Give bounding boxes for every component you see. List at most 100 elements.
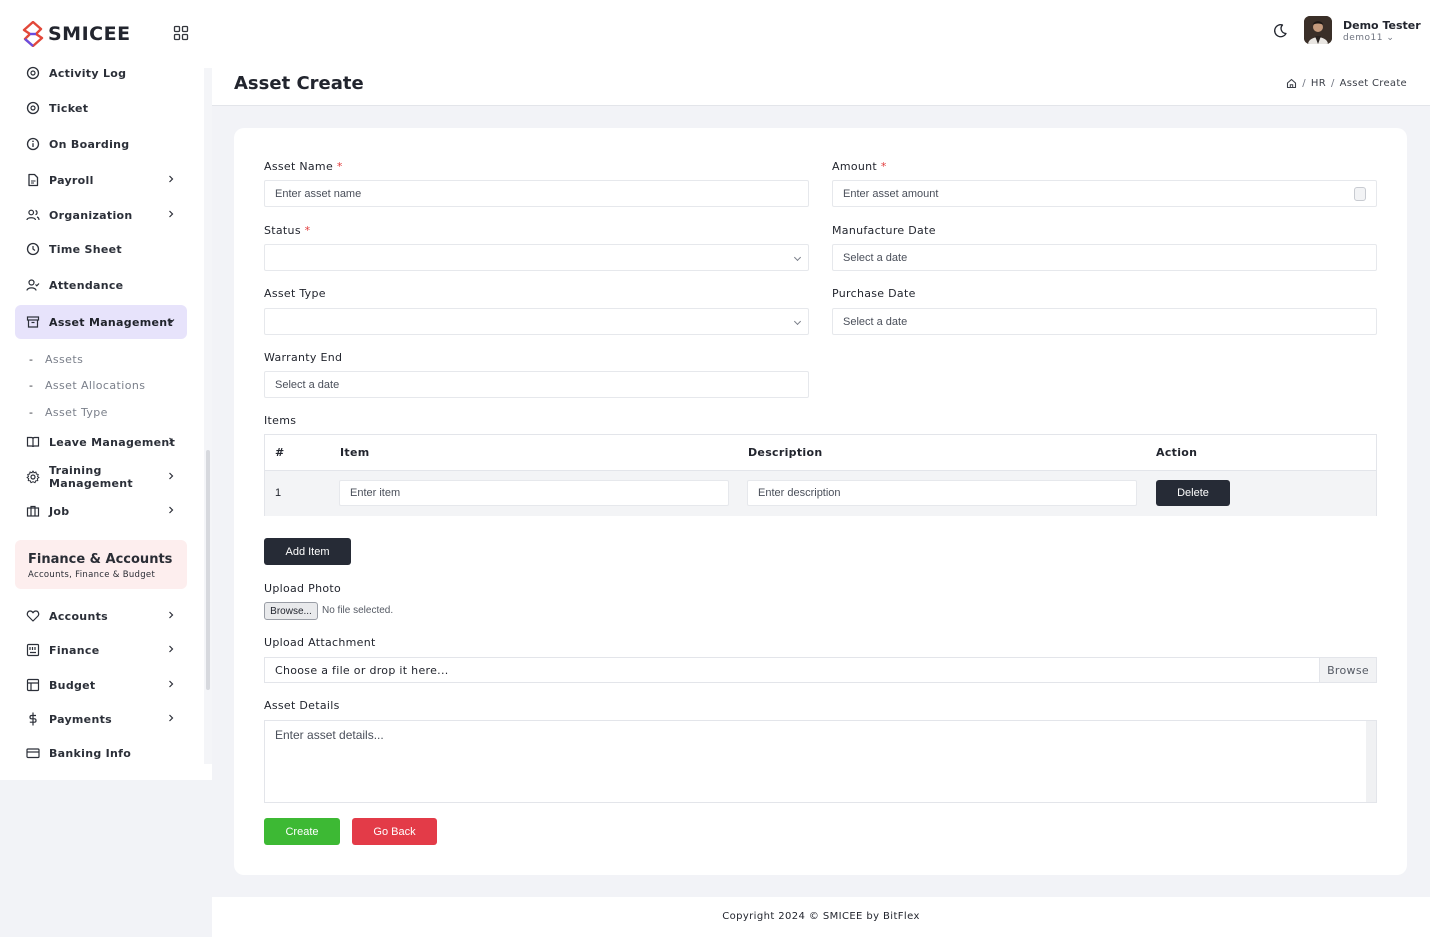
row-index: 1 bbox=[275, 487, 282, 499]
grid-toggle-icon[interactable] bbox=[173, 25, 189, 41]
asset-name-label: Asset Name * bbox=[264, 160, 343, 173]
chevron-right-icon bbox=[169, 210, 174, 218]
activity-icon bbox=[26, 66, 40, 80]
sidebar-item-payments[interactable]: Payments bbox=[15, 702, 187, 736]
avatar[interactable] bbox=[1304, 16, 1332, 44]
dash-icon: - bbox=[29, 406, 34, 419]
create-button[interactable]: Create bbox=[264, 818, 340, 845]
users-icon bbox=[26, 209, 40, 221]
photo-browse-button[interactable]: Browse... bbox=[264, 602, 318, 620]
upload-photo-label: Upload Photo bbox=[264, 582, 342, 595]
sidebar-item-time-sheet[interactable]: Time Sheet bbox=[15, 232, 187, 266]
sidebar-item-label: Ticket bbox=[49, 101, 89, 115]
sidebar-item-accounts[interactable]: Accounts bbox=[15, 599, 187, 633]
asset-details-placeholder: Enter asset details... bbox=[275, 728, 384, 742]
brand[interactable]: SMICEE bbox=[22, 20, 131, 48]
sidebar-item-label: Asset Management bbox=[49, 315, 173, 329]
purchase-date-placeholder: Select a date bbox=[843, 315, 908, 328]
manufacture-date-label: Manufacture Date bbox=[832, 224, 936, 237]
sidebar-item-banking-info[interactable]: Banking Info bbox=[15, 736, 187, 770]
sidebar-item-label: Activity Log bbox=[49, 66, 127, 80]
sidebar-item-on-boarding[interactable]: On Boarding bbox=[15, 127, 187, 161]
sidebar-subitem-asset-allocations[interactable]: - Asset Allocations bbox=[29, 379, 145, 392]
warranty-end-placeholder: Select a date bbox=[275, 378, 340, 391]
sidebar-subitem-assets[interactable]: - Assets bbox=[29, 353, 83, 366]
delete-item-button[interactable]: Delete bbox=[1156, 480, 1230, 506]
dash-icon: - bbox=[29, 379, 34, 392]
column-header-action: Action bbox=[1156, 446, 1198, 459]
layout-icon bbox=[26, 678, 40, 692]
sidebar-item-asset-management[interactable]: Asset Management bbox=[15, 305, 187, 339]
sidebar-item-finance[interactable]: Finance bbox=[15, 633, 187, 667]
ticket-icon bbox=[26, 101, 40, 115]
asset-type-select[interactable] bbox=[264, 308, 809, 335]
warranty-end-input[interactable]: Select a date bbox=[264, 371, 809, 398]
table-header: # Item Description Action bbox=[265, 435, 1376, 471]
breadcrumb-separator: / bbox=[1330, 78, 1335, 89]
footer: Copyright 2024 © SMICEE by BitFlex bbox=[212, 897, 1430, 937]
warranty-end-label: Warranty End bbox=[264, 351, 343, 364]
asset-name-label-text: Asset Name bbox=[264, 160, 334, 173]
items-table: # Item Description Action 1 Enter item E… bbox=[264, 434, 1377, 516]
number-stepper-icon[interactable] bbox=[1354, 187, 1366, 201]
add-item-button[interactable]: Add Item bbox=[264, 538, 351, 565]
sidebar-subitem-asset-type[interactable]: - Asset Type bbox=[29, 406, 108, 419]
sidebar-item-leave-management[interactable]: Leave Management bbox=[15, 425, 187, 459]
status-select[interactable] bbox=[264, 244, 809, 271]
chevron-right-icon bbox=[169, 506, 174, 514]
go-back-button[interactable]: Go Back bbox=[352, 818, 437, 845]
description-placeholder: Enter description bbox=[758, 487, 841, 499]
info-icon bbox=[26, 137, 40, 151]
sidebar-item-job[interactable]: Job bbox=[15, 494, 187, 528]
sidebar-item-activity-log[interactable]: Activity Log bbox=[15, 56, 187, 90]
purchase-date-label: Purchase Date bbox=[832, 287, 916, 300]
sidebar-item-label: Finance bbox=[49, 643, 100, 657]
user-check-icon bbox=[26, 279, 40, 291]
sidebar-item-organization[interactable]: Organization bbox=[15, 198, 187, 232]
home-icon[interactable] bbox=[1286, 78, 1297, 89]
moon-icon[interactable] bbox=[1272, 23, 1288, 39]
description-input[interactable]: Enter description bbox=[747, 480, 1137, 506]
breadcrumb-current: Asset Create bbox=[1339, 78, 1407, 89]
sidebar-item-label: Job bbox=[49, 504, 70, 518]
item-input[interactable]: Enter item bbox=[339, 480, 729, 506]
user-id[interactable]: demo11 ⌄ bbox=[1343, 33, 1394, 43]
asset-name-input[interactable]: Enter asset name bbox=[264, 180, 809, 207]
column-header-description: Description bbox=[748, 446, 823, 459]
asset-details-textarea[interactable]: Enter asset details... bbox=[264, 720, 1377, 803]
sidebar-item-ticket[interactable]: Ticket bbox=[15, 91, 187, 125]
sidebar-item-label: Budget bbox=[49, 678, 96, 692]
breadcrumb: / HR / Asset Create bbox=[1286, 78, 1407, 89]
sidebar-scrollbar[interactable] bbox=[206, 450, 210, 690]
user-id-text: demo11 bbox=[1343, 33, 1383, 43]
purchase-date-input[interactable]: Select a date bbox=[832, 308, 1377, 335]
amount-label-text: Amount bbox=[832, 160, 878, 173]
user-name[interactable]: Demo Tester bbox=[1343, 19, 1421, 32]
archive-icon bbox=[26, 316, 40, 328]
sidebar-item-attendance[interactable]: Attendance bbox=[15, 268, 187, 302]
breadcrumb-hr[interactable]: HR bbox=[1311, 78, 1326, 89]
briefcase-icon bbox=[26, 505, 40, 517]
avatar-image-icon bbox=[1304, 16, 1332, 44]
sidebar-item-label: Attendance bbox=[49, 278, 124, 292]
sidebar-item-label: On Boarding bbox=[49, 137, 130, 151]
chevron-down-icon bbox=[167, 319, 175, 324]
top-bar: Demo Tester demo11 ⌄ bbox=[212, 0, 1430, 61]
manufacture-date-input[interactable]: Select a date bbox=[832, 244, 1377, 271]
page-title: Asset Create bbox=[234, 73, 364, 94]
chevron-down-icon: ⌄ bbox=[1386, 33, 1395, 43]
textarea-scrollbar[interactable] bbox=[1366, 721, 1376, 802]
asset-create-form: Asset Name * Enter asset name Amount * E… bbox=[234, 128, 1407, 875]
item-placeholder: Enter item bbox=[350, 487, 401, 499]
dollar-icon bbox=[29, 712, 37, 726]
sidebar-item-label: Time Sheet bbox=[49, 242, 122, 256]
photo-file-status: No file selected. bbox=[322, 605, 394, 616]
sidebar-item-training-management[interactable]: Training Management bbox=[15, 460, 187, 494]
amount-input[interactable]: Enter asset amount bbox=[832, 180, 1377, 207]
sidebar-item-payroll[interactable]: Payroll bbox=[15, 163, 187, 197]
attachment-dropzone[interactable]: Choose a file or drop it here... Browse bbox=[264, 657, 1377, 683]
asset-name-placeholder: Enter asset name bbox=[275, 187, 362, 200]
sidebar-item-budget[interactable]: Budget bbox=[15, 668, 187, 702]
attachment-browse-button[interactable]: Browse bbox=[1319, 658, 1376, 682]
section-title: Finance & Accounts bbox=[28, 552, 173, 567]
